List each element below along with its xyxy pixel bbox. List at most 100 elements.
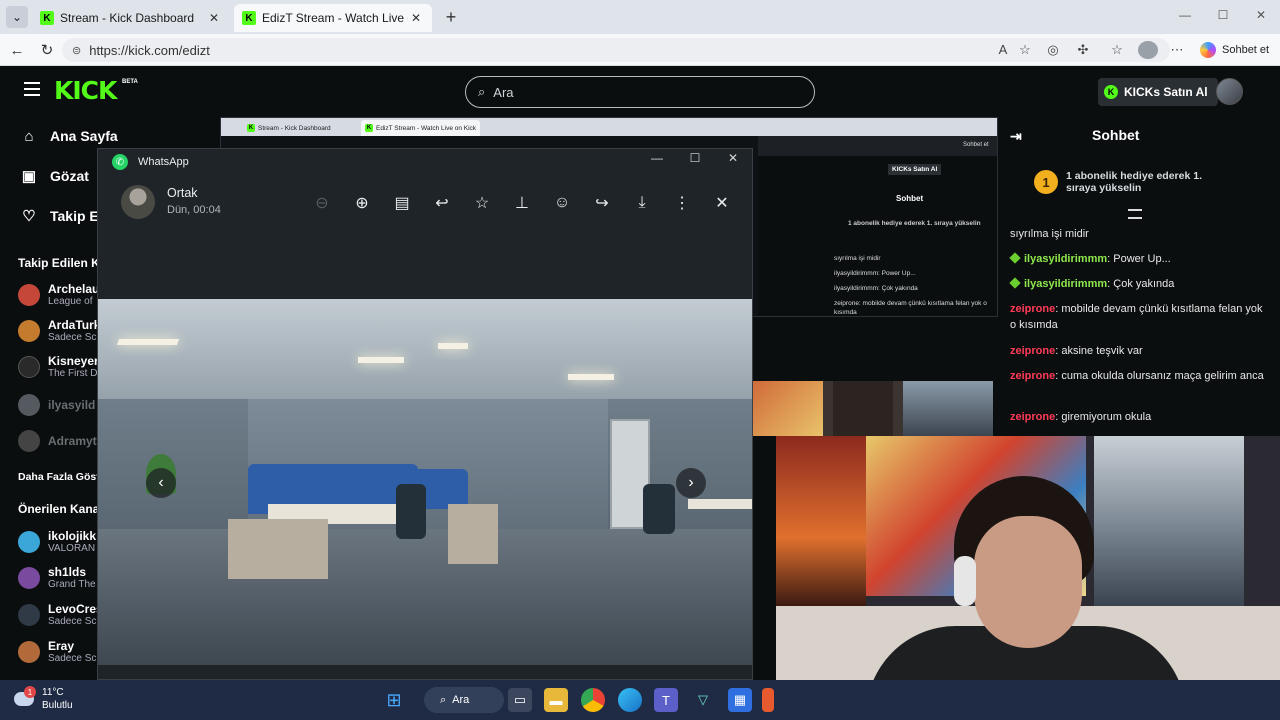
star-icon[interactable]: ☆ <box>470 191 494 215</box>
followed-channel[interactable]: ArdaTurk Sadece Sc <box>18 315 100 347</box>
metro-poster <box>1094 436 1244 606</box>
previous-image-icon[interactable]: ‹ <box>146 468 176 498</box>
streamer-face <box>974 516 1082 648</box>
minimize-icon[interactable]: — <box>1176 8 1194 22</box>
nav-browse[interactable]: ▣ Gözat <box>20 165 89 187</box>
channel-category: Sadece Sc <box>48 332 97 343</box>
chat-username[interactable]: ilyasyildirimmm <box>1024 278 1107 290</box>
read-aloud-icon[interactable]: A <box>994 42 1012 58</box>
chat-username[interactable]: ilyasyildirimmm <box>1024 253 1107 265</box>
vpn-app-icon[interactable]: ▽ <box>691 688 715 712</box>
tab-kick-dashboard[interactable]: K Stream - Kick Dashboard ✕ <box>32 4 230 32</box>
back-arrow-icon[interactable]: ← <box>6 40 28 60</box>
next-image-icon[interactable]: › <box>676 468 706 498</box>
tab-close-icon[interactable]: ✕ <box>206 11 222 25</box>
search-input[interactable]: ⌕ Ara <box>465 76 815 108</box>
followed-channel-offline[interactable]: Adramyt <box>18 425 97 457</box>
copilot-button[interactable]: Sohbet et <box>1200 42 1269 58</box>
weather-widget[interactable]: 1 11°C Bulutlu <box>14 686 73 712</box>
maximize-icon[interactable]: ☐ <box>1214 8 1232 22</box>
show-more-link[interactable]: Daha Fazla Göst <box>18 471 100 483</box>
weather-condition: Bulutlu <box>42 700 73 711</box>
chat-username[interactable]: zeiprone <box>1010 370 1055 382</box>
kick-favicon-icon: K <box>247 124 255 132</box>
chrome-icon[interactable] <box>581 688 605 712</box>
windows-start-icon[interactable]: ⊞ <box>382 688 406 712</box>
embedded-kick-page: Sohbet et KICKs Satın Al Sohbet 1 abonel… <box>758 136 997 316</box>
channel-category: Sadece Sc <box>48 653 97 664</box>
task-view-icon[interactable]: ▭ <box>508 688 532 712</box>
chat-username[interactable]: zeiprone <box>1010 303 1055 315</box>
recommended-channel[interactable]: LevoCres Sadece Sc <box>18 599 103 631</box>
search-icon: ⌕ <box>478 84 486 99</box>
tab-label: EdizT Stream - Watch Live on Kick <box>262 11 408 25</box>
channel-name: Kisneyer <box>48 354 99 368</box>
recommended-channel[interactable]: ikolojikk VALORAN <box>18 526 96 558</box>
close-viewer-icon[interactable]: ✕ <box>710 191 734 215</box>
chat-username[interactable]: zeiprone <box>1010 345 1055 357</box>
channel-category: The First D <box>48 368 98 379</box>
gift-sub-banner[interactable]: 1 1 abonelik hediye ederek 1. sıraya yük… <box>1034 170 1226 194</box>
kick-logo[interactable]: KICK <box>54 76 117 105</box>
recommended-channel[interactable]: sh1lds Grand The <box>18 562 96 594</box>
chat-filter-icon[interactable] <box>1128 209 1142 219</box>
followed-channel[interactable]: Kisneyer The First D <box>18 351 99 383</box>
tab-close-icon[interactable]: ✕ <box>408 11 424 25</box>
channel-avatar <box>18 394 40 416</box>
buy-kicks-button[interactable]: K KICKs Satın Al <box>1098 78 1218 106</box>
pin-icon[interactable]: ⊥ <box>510 191 534 215</box>
nav-home[interactable]: ⌂ Ana Sayfa <box>20 125 117 147</box>
channel-category: Sadece Sc <box>48 616 97 627</box>
reply-icon[interactable]: ↩ <box>430 191 454 215</box>
tab-list-button[interactable]: ⌄ <box>6 6 28 28</box>
caption-icon[interactable]: ▤ <box>390 191 414 215</box>
extension-glasses-icon[interactable]: ◎ <box>1044 42 1062 58</box>
recommended-channel[interactable]: Eray Sadece Sc <box>18 636 96 668</box>
rank-medal-icon: 1 <box>1034 170 1058 194</box>
taskbar-search[interactable]: ⌕ Ara <box>424 687 504 713</box>
close-window-icon[interactable]: ✕ <box>723 151 743 167</box>
reload-icon[interactable]: ↻ <box>36 40 58 60</box>
embedded-chat-line: ilyasyildirimmm: Power Up... <box>834 270 916 277</box>
webcam-feed-duplicate <box>753 381 993 436</box>
new-tab-button[interactable]: + <box>440 6 462 28</box>
nav-following[interactable]: ♡ Takip Et <box>20 205 103 227</box>
edge-icon[interactable] <box>618 688 642 712</box>
kick-favicon-icon: K <box>365 124 373 132</box>
chat-message: sıyrılma işi midir <box>1010 226 1266 242</box>
user-avatar[interactable] <box>1216 78 1243 105</box>
download-icon[interactable]: ⤓ <box>630 191 654 215</box>
app-icon[interactable] <box>762 688 774 712</box>
chat-username[interactable]: zeiprone <box>1010 411 1055 423</box>
store-icon[interactable]: ▦ <box>728 688 752 712</box>
favorite-star-icon[interactable]: ☆ <box>1016 42 1034 58</box>
profile-avatar-icon[interactable] <box>1138 41 1158 59</box>
tab-edizt-stream[interactable]: K EdizT Stream - Watch Live on Kick ✕ <box>234 4 432 32</box>
followed-channel-offline[interactable]: ilyasyild <box>18 389 95 421</box>
followed-channel[interactable]: Archelau League of <box>18 279 99 311</box>
maximize-icon[interactable]: ☐ <box>685 151 705 167</box>
favorites-icon[interactable]: ☆ <box>1108 42 1126 58</box>
chat-title: Sohbet <box>1092 127 1140 143</box>
teams-icon[interactable]: T <box>654 688 678 712</box>
extensions-puzzle-icon[interactable]: ✣ <box>1074 42 1092 58</box>
menu-icon[interactable] <box>24 82 40 96</box>
collapse-chat-icon[interactable]: ⇥ <box>1010 128 1022 145</box>
site-info-icon[interactable]: ⊜ <box>72 44 81 57</box>
channel-avatar <box>18 430 40 452</box>
url-text: https://kick.com/edizt <box>89 42 210 58</box>
forward-icon[interactable]: ↪ <box>590 191 614 215</box>
zoom-in-icon[interactable]: ⊕ <box>350 191 374 215</box>
webcam-feed <box>776 436 1280 720</box>
minimize-icon[interactable]: — <box>647 151 667 167</box>
copilot-label: Sohbet et <box>1222 44 1270 56</box>
more-menu-icon[interactable]: ⋯ <box>1168 42 1186 58</box>
contact-avatar[interactable] <box>121 185 155 219</box>
emoji-icon[interactable]: ☺ <box>550 191 574 215</box>
zoom-out-icon[interactable]: ⊖ <box>310 191 334 215</box>
temperature: 11°C <box>42 687 64 698</box>
channel-category: League of <box>48 296 93 307</box>
close-window-icon[interactable]: ✕ <box>1252 8 1270 22</box>
file-explorer-icon[interactable]: ▬ <box>544 688 568 712</box>
more-options-icon[interactable]: ⋮ <box>670 191 694 215</box>
